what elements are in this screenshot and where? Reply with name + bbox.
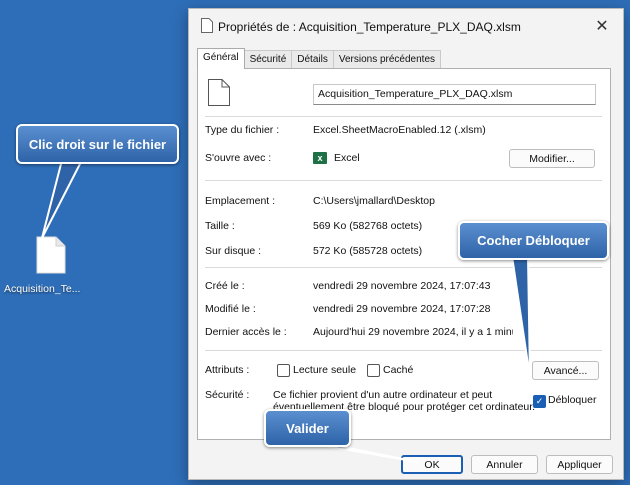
tail-unblock <box>510 255 531 379</box>
callout-unblock: Cocher Débloquer <box>458 221 609 260</box>
tab-general[interactable]: Général <box>197 48 245 69</box>
desktop: Acquisition_Te... Clic droit sur le fich… <box>0 0 630 485</box>
callout-validate: Valider <box>264 409 351 447</box>
tail-right-click <box>41 159 84 239</box>
callout-right-click: Clic droit sur le fichier <box>16 124 179 164</box>
